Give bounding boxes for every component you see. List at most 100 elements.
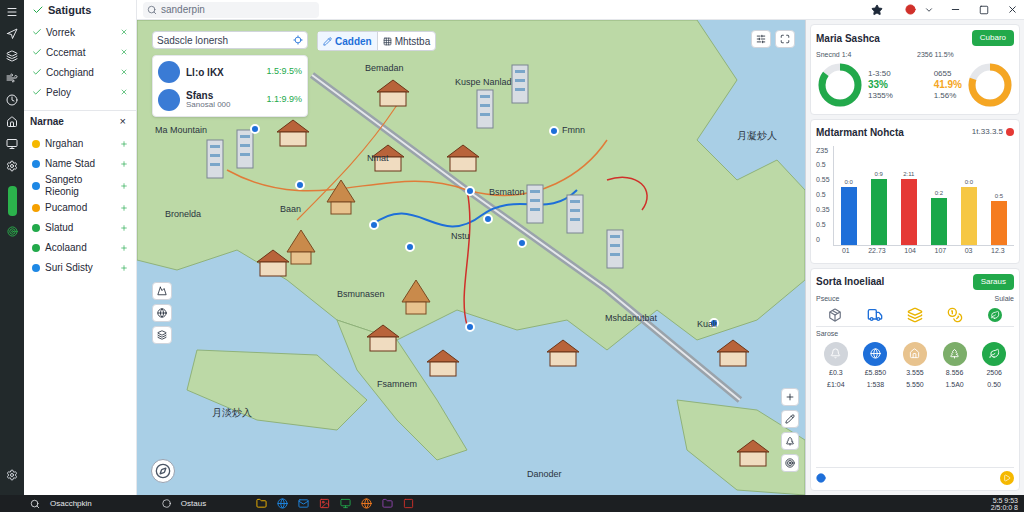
globe-icon[interactable]: [361, 498, 372, 509]
rail-icon[interactable]: [6, 160, 18, 172]
map-control-button[interactable]: [152, 326, 172, 344]
sidebar-item[interactable]: Slatud: [24, 218, 136, 237]
map-tab[interactable]: Mhtstba: [377, 32, 436, 50]
remove-icon[interactable]: [120, 48, 128, 56]
package-icon[interactable]: [828, 308, 842, 322]
rail-icon[interactable]: [6, 50, 18, 62]
zoom-button[interactable]: [781, 454, 799, 472]
target-icon[interactable]: [7, 226, 18, 237]
remove-icon[interactable]: [120, 68, 128, 76]
sidebar-item[interactable]: Pucamod: [24, 198, 136, 217]
locate-icon[interactable]: [293, 35, 303, 45]
sidebar-item[interactable]: Vorrek: [24, 22, 136, 42]
sidebar-item[interactable]: Nrgahan: [24, 134, 136, 153]
map-pin[interactable]: [465, 186, 475, 196]
map-pin[interactable]: [369, 220, 379, 230]
settings-icon[interactable]: [6, 469, 18, 481]
dot-icon[interactable]: [816, 473, 826, 483]
close-icon[interactable]: [1007, 4, 1018, 15]
bar[interactable]: [961, 187, 977, 245]
mail-icon[interactable]: [298, 498, 309, 509]
folder-icon[interactable]: [256, 498, 267, 509]
browser-icon[interactable]: [277, 498, 288, 509]
summary-button[interactable]: Cubaro: [972, 30, 1014, 46]
sidebar-item[interactable]: Peloy: [24, 82, 136, 102]
sidebar-item[interactable]: Cccemat: [24, 42, 136, 62]
thumbnail[interactable]: [943, 342, 967, 366]
info-row[interactable]: Ll:o lKX1.5:9.5%: [153, 58, 307, 86]
remove-icon[interactable]: [120, 88, 128, 96]
map-tab[interactable]: Cadden: [318, 32, 377, 50]
coins-icon[interactable]: [947, 307, 963, 323]
folder-icon[interactable]: [382, 498, 393, 509]
minimize-icon[interactable]: [950, 4, 961, 15]
bar[interactable]: [841, 187, 857, 245]
taskbar-search[interactable]: Osacchpkin: [50, 498, 92, 510]
bar[interactable]: [931, 198, 947, 244]
bar[interactable]: [991, 201, 1007, 245]
add-icon[interactable]: [120, 160, 128, 168]
add-icon[interactable]: [120, 182, 128, 190]
map-pin[interactable]: [250, 124, 260, 134]
add-icon[interactable]: [120, 264, 128, 272]
zoom-button[interactable]: [781, 388, 799, 406]
zoom-button[interactable]: [781, 410, 799, 428]
add-icon[interactable]: [120, 204, 128, 212]
compass[interactable]: [151, 459, 175, 483]
add-icon[interactable]: [120, 224, 128, 232]
info-row[interactable]: SfansSanosal 0001.1:9.9%: [153, 86, 307, 114]
chevron-icon[interactable]: [924, 5, 934, 15]
map[interactable]: BemadanKuspe NanladFmnnNmatBsmatonBronel…: [137, 20, 805, 495]
bar[interactable]: [901, 179, 917, 245]
rail-icon[interactable]: [6, 138, 18, 150]
remove-icon[interactable]: [120, 28, 128, 36]
thumbnail[interactable]: [982, 342, 1006, 366]
map-control-button[interactable]: [152, 282, 172, 300]
search-icon[interactable]: [30, 499, 40, 509]
clock[interactable]: 5:5 9:532/5:0:0 8: [991, 497, 1018, 511]
list-button[interactable]: Saraus: [973, 274, 1014, 290]
app-icon[interactable]: [162, 499, 171, 508]
rail-icon[interactable]: [6, 28, 18, 40]
close-button[interactable]: ×: [116, 113, 130, 130]
bar[interactable]: [871, 179, 887, 245]
sidebar-item[interactable]: Name Stad: [24, 154, 136, 173]
leaf-icon[interactable]: [988, 308, 1002, 322]
add-icon[interactable]: [120, 140, 128, 148]
maximize-icon[interactable]: [979, 5, 989, 15]
sidebar-item[interactable]: Sangeto Rieonig: [24, 174, 136, 197]
play-icon[interactable]: [1000, 471, 1014, 485]
map-pin[interactable]: [517, 238, 527, 248]
fullscreen-button[interactable]: [775, 30, 795, 48]
add-icon[interactable]: [120, 244, 128, 252]
sidebar-item[interactable]: Acolaand: [24, 238, 136, 257]
taskbar-app[interactable]: Ostaus: [181, 498, 206, 510]
map-search[interactable]: Sadscle lonersh: [152, 31, 308, 49]
thumbnail[interactable]: [824, 342, 848, 366]
layers-button[interactable]: [751, 30, 771, 48]
truck-icon[interactable]: [867, 307, 883, 323]
monitor-icon[interactable]: [340, 498, 351, 509]
app-icon[interactable]: [403, 498, 414, 509]
rail-icon[interactable]: [6, 72, 18, 84]
map-pin[interactable]: [483, 214, 493, 224]
rail-icon[interactable]: [6, 116, 18, 128]
search-field[interactable]: sanderpin: [143, 2, 319, 18]
thumbnail[interactable]: [863, 342, 887, 366]
star-icon[interactable]: [871, 4, 883, 16]
map-pin[interactable]: [295, 180, 305, 190]
map-pin[interactable]: [405, 242, 415, 252]
map-pin[interactable]: [549, 126, 559, 136]
sidebar-item[interactable]: Suri Sdisty: [24, 258, 136, 277]
map-pin[interactable]: [465, 322, 475, 332]
rail-icon[interactable]: [6, 94, 18, 106]
image-icon[interactable]: [319, 498, 330, 509]
stack-icon[interactable]: [907, 307, 923, 323]
thumbnail[interactable]: [903, 342, 927, 366]
zoom-button[interactable]: [781, 432, 799, 450]
map-control-button[interactable]: [152, 304, 172, 322]
rail-icon[interactable]: [6, 6, 18, 18]
building-icon: [237, 130, 253, 168]
sidebar-item[interactable]: Cochgiand: [24, 62, 136, 82]
profile-icon[interactable]: [905, 4, 916, 15]
